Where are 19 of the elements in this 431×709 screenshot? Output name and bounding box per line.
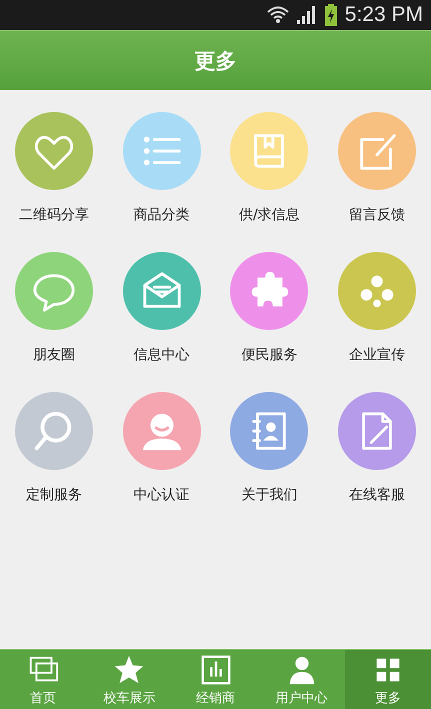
menu-label: 留言反馈 — [349, 206, 406, 224]
menu-label: 在线客服 — [349, 486, 406, 504]
menu-label: 关于我们 — [241, 486, 298, 504]
tab[interactable]: 经销商 — [172, 650, 259, 709]
status-time: 5:23 PM — [344, 3, 423, 27]
page-title: 更多 — [194, 48, 236, 74]
menu-label: 朋友圈 — [32, 346, 75, 364]
tab[interactable]: 用户中心 — [258, 650, 345, 709]
menu-label: 企业宣传 — [349, 346, 406, 364]
menu-label: 供/求信息 — [239, 206, 300, 224]
menu-label: 便民服务 — [241, 346, 298, 364]
menu-label: 定制服务 — [26, 486, 82, 504]
tab[interactable]: 更多 — [344, 650, 431, 709]
tab[interactable]: 首页 — [0, 650, 86, 709]
menu-label: 商品分类 — [134, 206, 190, 224]
tab[interactable]: 校车展示 — [86, 650, 172, 709]
menu-label: 信息中心 — [134, 346, 190, 364]
menu-label: 二维码分享 — [18, 206, 89, 224]
menu-label: 中心认证 — [134, 486, 190, 504]
